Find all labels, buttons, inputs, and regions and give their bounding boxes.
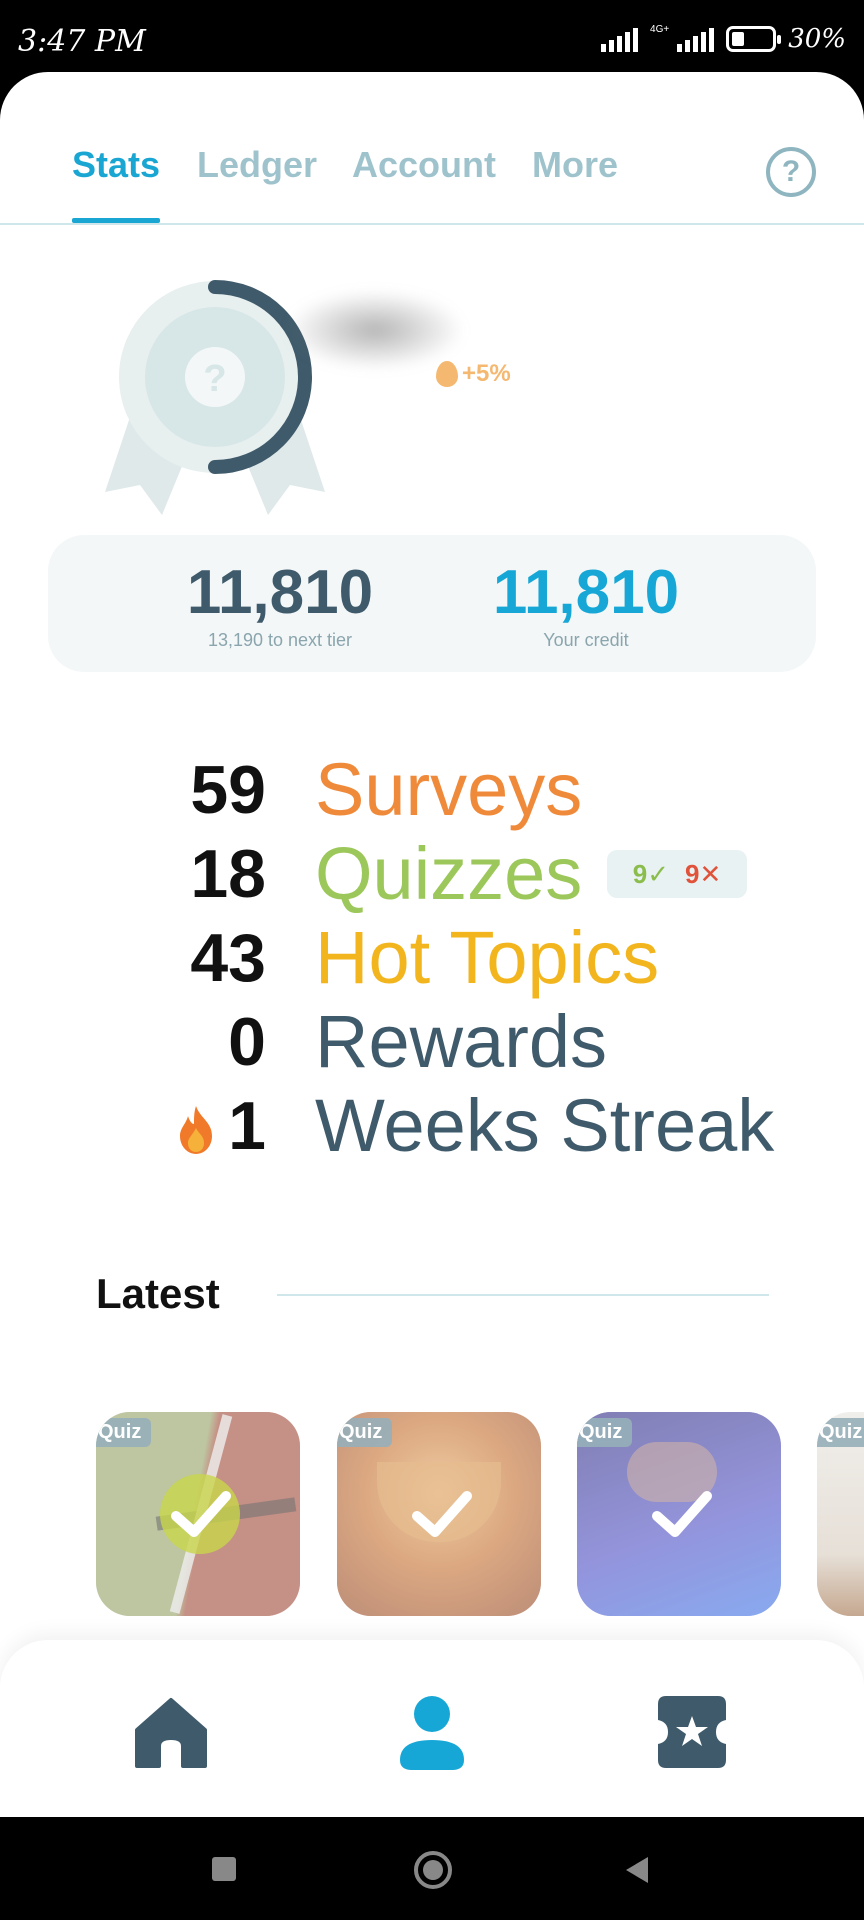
- bonus-value: +5%: [462, 360, 511, 387]
- completed-check-icon: [412, 1491, 472, 1537]
- status-bar: 3:47 PM 4G+ 30%: [0, 0, 864, 78]
- home-system-button[interactable]: [414, 1851, 452, 1889]
- bottom-nav: [0, 1640, 864, 1817]
- tab-account[interactable]: Account: [352, 144, 496, 186]
- tier-points-value: 11,810: [186, 558, 374, 627]
- hot-topics-count: 43: [190, 920, 266, 996]
- hot-topics-label: Hot Topics: [315, 916, 660, 999]
- quiz-score-badge: 9✓ 9✕: [607, 850, 747, 898]
- active-tab-indicator: [72, 218, 160, 223]
- surveys-label: Surveys: [315, 748, 583, 831]
- count-row-surveys: 59 Surveys: [0, 748, 864, 832]
- signal-icon: [601, 26, 639, 52]
- rewards-count: 0: [228, 1004, 266, 1080]
- flame-icon: [180, 1106, 212, 1154]
- credit-points: 11,810 Your credit: [466, 562, 706, 651]
- card-tag: Quiz: [577, 1418, 633, 1447]
- bonus-indicator: +5%: [436, 360, 511, 388]
- streak-count: 1: [228, 1088, 266, 1164]
- credit-points-label: Your credit: [543, 630, 629, 650]
- back-button[interactable]: [624, 1855, 650, 1885]
- tab-bar: Stats Ledger Account More ?: [0, 72, 864, 225]
- tab-stats[interactable]: Stats: [72, 144, 160, 186]
- tab-more[interactable]: More: [532, 144, 618, 186]
- quiz-correct: 9✓: [632, 858, 669, 889]
- rewards-label: Rewards: [315, 1000, 607, 1083]
- tab-ledger[interactable]: Ledger: [197, 144, 317, 186]
- completed-check-icon: [160, 1474, 240, 1554]
- latest-divider: [277, 1294, 769, 1296]
- latest-cards: Quiz Quiz Quiz Quiz: [0, 1412, 864, 1632]
- count-row-rewards: 0 Rewards: [0, 1000, 864, 1084]
- help-icon[interactable]: ?: [766, 147, 816, 197]
- quizzes-count: 18: [190, 836, 266, 912]
- quiz-card-3[interactable]: Quiz: [577, 1412, 781, 1616]
- count-row-streak: 1 Weeks Streak: [0, 1084, 864, 1168]
- credit-points-value: 11,810: [492, 558, 680, 627]
- card-tag: Quiz: [96, 1418, 152, 1447]
- quiz-card-4[interactable]: Quiz: [817, 1412, 864, 1616]
- profile-icon[interactable]: [390, 1690, 474, 1774]
- app-screen: Stats Ledger Account More ? ? +5% 11,810…: [0, 72, 864, 1817]
- blurred-username: [285, 290, 465, 370]
- count-row-hot-topics: 43 Hot Topics: [0, 916, 864, 1000]
- tier-points-label: 13,190 to next tier: [207, 630, 353, 650]
- status-time: 3:47 PM: [18, 24, 146, 59]
- status-icons: 4G+ 30%: [601, 24, 846, 54]
- recents-button[interactable]: [212, 1857, 236, 1881]
- surveys-count: 59: [190, 752, 266, 828]
- quizzes-label: Quizzes: [315, 832, 583, 915]
- card-tag: Quiz: [337, 1418, 393, 1447]
- network-type: 4G+: [650, 23, 670, 35]
- completed-check-icon: [652, 1491, 712, 1537]
- streak-label: Weeks Streak: [315, 1084, 775, 1167]
- quiz-card-2[interactable]: Quiz: [337, 1412, 541, 1616]
- quiz-card-1[interactable]: Quiz: [96, 1412, 300, 1616]
- tier-points: 11,810 13,190 to next tier: [160, 562, 400, 651]
- home-icon[interactable]: [129, 1690, 213, 1774]
- svg-text:?: ?: [203, 358, 226, 400]
- latest-title: Latest: [96, 1270, 220, 1317]
- system-nav-bar: [0, 1817, 864, 1920]
- rewards-ticket-icon[interactable]: [650, 1690, 734, 1774]
- quiz-wrong: 9✕: [685, 858, 722, 889]
- signal-icon-2: [677, 26, 715, 52]
- battery-percent: 30%: [788, 24, 846, 54]
- flame-icon: [436, 361, 458, 387]
- battery-icon: [726, 26, 782, 52]
- count-row-quizzes: 18 Quizzes 9✓ 9✕: [0, 832, 864, 916]
- card-tag: Quiz: [817, 1418, 864, 1447]
